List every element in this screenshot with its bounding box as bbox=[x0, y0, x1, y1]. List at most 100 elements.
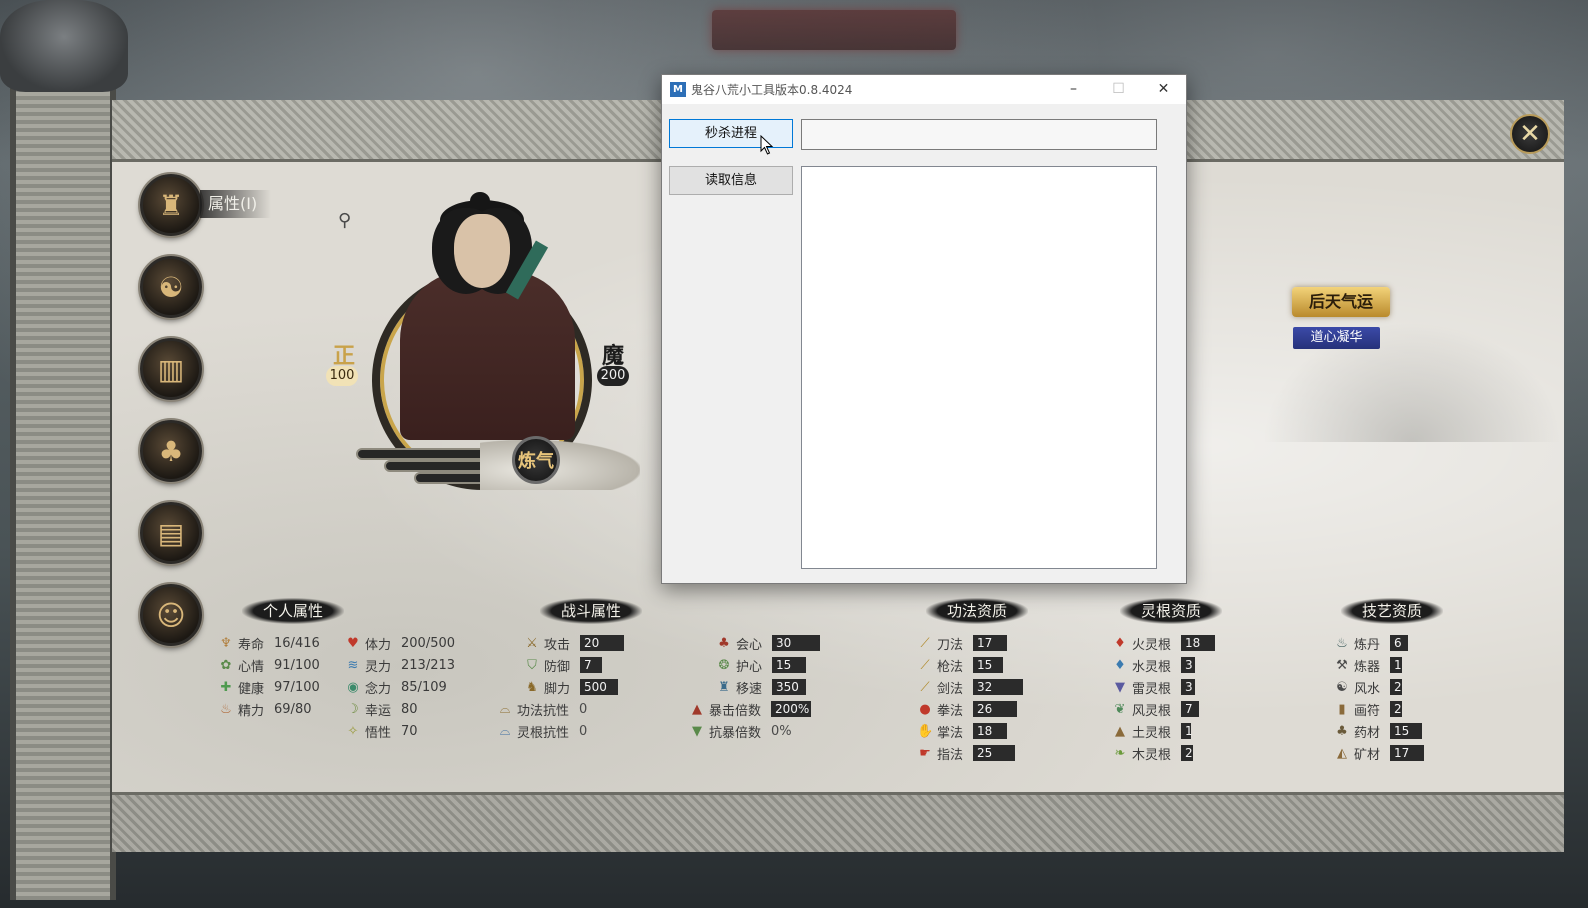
stat-row: ⚒ 炼器 1 bbox=[1334, 655, 1403, 675]
read-info-button[interactable]: 读取信息 bbox=[669, 166, 793, 195]
blade-icon: ⟋ bbox=[920, 635, 930, 651]
stat-row: ⟋ 刀法 17 bbox=[917, 633, 1008, 653]
stat-row: ♞ 脚力 500 bbox=[524, 677, 619, 697]
swords-icon: ⚔ bbox=[526, 635, 538, 651]
luck-icon: ☽ bbox=[347, 701, 359, 717]
energy-icon: ♨ bbox=[220, 701, 232, 717]
body-icon: ♜ bbox=[158, 188, 184, 222]
stat-row: ✚ 健康 97/100 bbox=[218, 677, 320, 697]
heart-icon: ♥ bbox=[347, 635, 359, 651]
stat-row: ♨ 炼丹 6 bbox=[1334, 633, 1409, 653]
people-icon: ☺ bbox=[156, 598, 186, 632]
nav-attributes-label: 属性(I) bbox=[200, 190, 272, 218]
fist-icon: ● bbox=[919, 701, 931, 717]
stat-row: ❂ 护心 15 bbox=[716, 655, 807, 675]
maximize-icon: ☐ bbox=[1112, 81, 1125, 97]
stat-row: ♨ 精力 69/80 bbox=[218, 699, 311, 719]
insight-icon: ✧ bbox=[347, 723, 359, 739]
section-personal-attributes: 个人属性 bbox=[242, 598, 344, 624]
stat-row: ♜ 移速 350 bbox=[716, 677, 807, 697]
scrolls-icon: ▥ bbox=[157, 352, 185, 386]
stat-row: ♣ 药材 15 bbox=[1334, 721, 1423, 741]
stat-row: ✋ 掌法 18 bbox=[917, 721, 1008, 741]
boot-icon: ♞ bbox=[526, 679, 538, 695]
wind-icon: ❦ bbox=[1114, 701, 1126, 717]
stat-row: ▼ 雷灵根 3 bbox=[1112, 677, 1196, 697]
stat-row: ❧ 木灵根 2 bbox=[1112, 743, 1194, 763]
stat-row: ◉ 念力 85/109 bbox=[345, 677, 446, 697]
thunder-icon: ▼ bbox=[1115, 679, 1125, 695]
character-head bbox=[454, 214, 510, 288]
finger-icon: ☛ bbox=[919, 745, 931, 761]
fengshui-icon: ☯ bbox=[1336, 679, 1348, 695]
dao-heart-button[interactable]: 道心凝华 bbox=[1293, 327, 1380, 349]
nav-people-button[interactable]: ☺ bbox=[140, 584, 202, 646]
stat-row: ⟋ 枪法 15 bbox=[917, 655, 1004, 675]
info-output-textarea[interactable] bbox=[801, 166, 1157, 569]
stat-row: ♦ 水灵根 3 bbox=[1112, 655, 1196, 675]
app-logo-icon: M bbox=[670, 82, 686, 97]
demonic-value: 200 bbox=[597, 366, 629, 386]
character-bun bbox=[470, 192, 490, 210]
herb-icon: ♣ bbox=[1336, 723, 1348, 739]
stat-row: ❦ 风灵根 7 bbox=[1112, 699, 1200, 719]
realm-badge: 炼气 bbox=[512, 436, 560, 484]
close-button[interactable]: ✕ bbox=[1141, 75, 1186, 104]
close-icon: ✕ bbox=[1519, 119, 1541, 149]
section-combat-attributes: 战斗属性 bbox=[540, 598, 642, 624]
stat-row: ☽ 幸运 80 bbox=[345, 699, 417, 719]
stat-row: ♥ 体力 200/500 bbox=[345, 633, 455, 653]
stat-row: ♣ 会心 30 bbox=[716, 633, 821, 653]
nav-attributes-button[interactable]: ♜ bbox=[140, 174, 202, 236]
spirit-icon: ≋ bbox=[347, 657, 359, 673]
fire-icon: ♦ bbox=[1114, 635, 1126, 651]
scroll-roller-cap bbox=[0, 0, 128, 92]
magnifier-icon[interactable]: ⚲ bbox=[338, 210, 351, 231]
scroll-roller bbox=[10, 40, 116, 900]
stat-row: ⟋ 剑法 32 bbox=[917, 677, 1024, 697]
eye-icon: ◉ bbox=[347, 679, 359, 695]
water-icon: ♦ bbox=[1114, 657, 1126, 673]
section-gongfa-aptitude: 功法资质 bbox=[926, 598, 1028, 624]
tool-window: M 鬼谷八荒小工具版本0.8.4024 – ☐ ✕ 秒杀进程 读取信息 bbox=[661, 74, 1187, 584]
nav-bag-button[interactable]: ♣ bbox=[140, 420, 202, 482]
stat-row: ♦ 火灵根 18 bbox=[1112, 633, 1216, 653]
stat-row: ⌓ 功法抗性 0 bbox=[497, 699, 587, 719]
resist-icon: ⌓ bbox=[499, 723, 511, 739]
scroll-close-button[interactable]: ✕ bbox=[1510, 114, 1550, 154]
speed-icon: ♜ bbox=[718, 679, 730, 695]
sword-icon: ⟋ bbox=[920, 679, 930, 695]
stat-row: ☛ 指法 25 bbox=[917, 743, 1016, 763]
window-title: 鬼谷八荒小工具版本0.8.4024 bbox=[691, 83, 853, 97]
process-input[interactable] bbox=[801, 119, 1157, 150]
kill-process-button[interactable]: 秒杀进程 bbox=[669, 119, 793, 148]
minimize-icon: – bbox=[1070, 81, 1077, 97]
stat-row: ≋ 灵力 213/213 bbox=[345, 655, 455, 675]
nav-scrolls-button[interactable]: ▥ bbox=[140, 338, 202, 400]
mood-icon: ✿ bbox=[220, 657, 232, 673]
top-banner bbox=[712, 10, 956, 50]
nav-book-button[interactable]: ▤ bbox=[140, 502, 202, 564]
minimize-button[interactable]: – bbox=[1051, 75, 1096, 104]
cloud-decoration bbox=[480, 440, 640, 490]
resist-icon: ⌓ bbox=[499, 701, 511, 717]
stat-row: ⛉ 防御 7 bbox=[524, 655, 603, 675]
maximize-button[interactable]: ☐ bbox=[1096, 75, 1141, 104]
nav-yinyang-button[interactable]: ☯ bbox=[140, 256, 202, 318]
stat-row: ✧ 悟性 70 bbox=[345, 721, 418, 741]
stat-row: ▼ 抗暴倍数 0% bbox=[689, 721, 792, 741]
acquired-luck-button[interactable]: 后天气运 bbox=[1292, 287, 1390, 317]
stat-row: ✿ 心情 91/100 bbox=[218, 655, 320, 675]
stat-row: ● 拳法 26 bbox=[917, 699, 1018, 719]
health-icon: ✚ bbox=[220, 679, 232, 695]
crit-icon: ♣ bbox=[718, 635, 730, 651]
title-bar[interactable]: M 鬼谷八荒小工具版本0.8.4024 – ☐ ✕ bbox=[662, 75, 1186, 104]
character-body bbox=[400, 270, 575, 440]
forge-icon: ⚒ bbox=[1336, 657, 1348, 673]
stat-row: ⌓ 灵根抗性 0 bbox=[497, 721, 587, 741]
lifespan-icon: ♆ bbox=[220, 635, 232, 651]
close-icon: ✕ bbox=[1157, 81, 1170, 97]
palm-icon: ✋ bbox=[917, 723, 934, 739]
wood-icon: ❧ bbox=[1114, 745, 1126, 761]
bag-icon: ♣ bbox=[158, 434, 184, 468]
